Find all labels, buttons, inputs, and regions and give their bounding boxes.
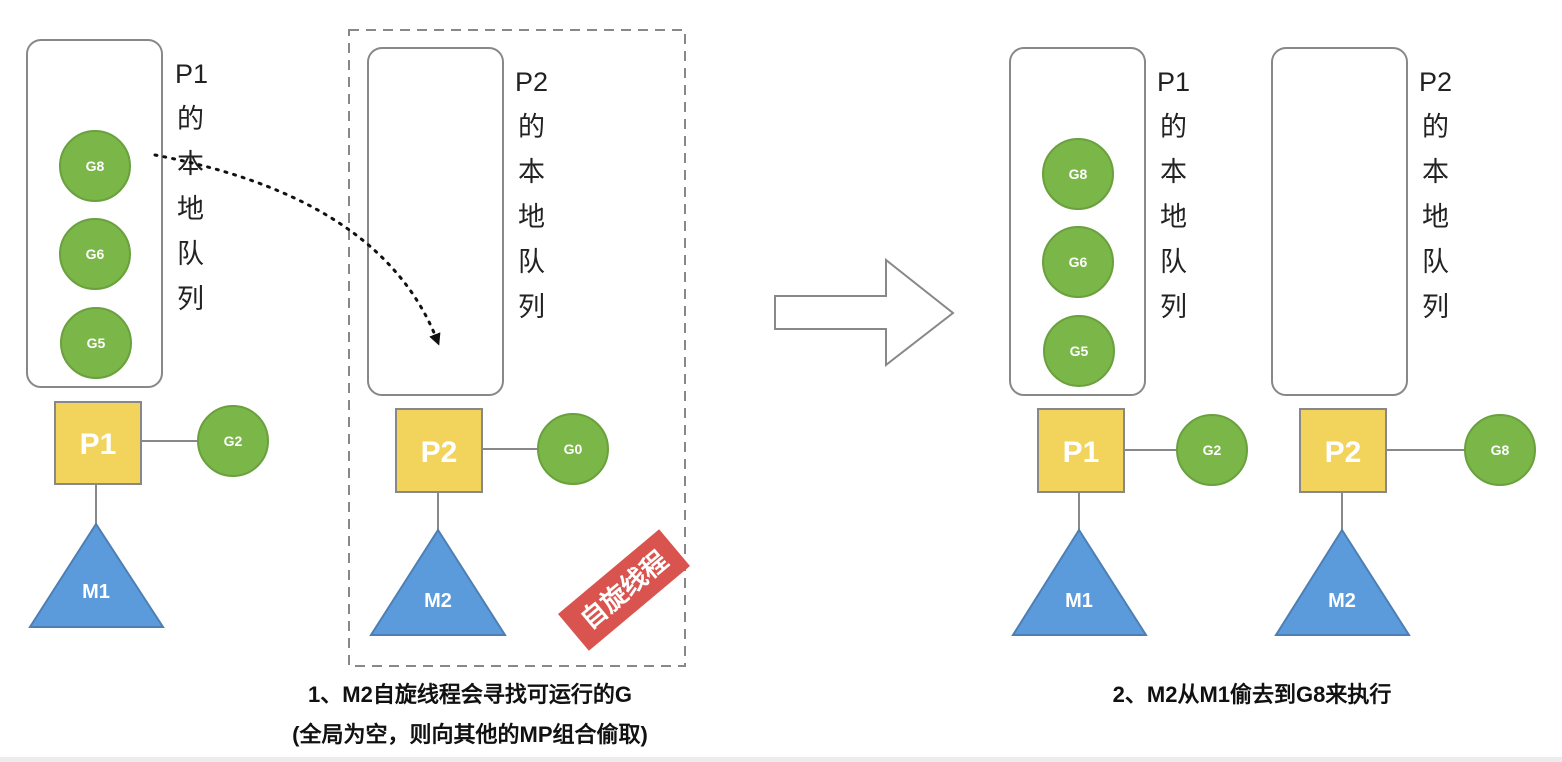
svg-text:M2: M2 <box>1328 590 1356 612</box>
svg-text:G5: G5 <box>87 335 106 351</box>
queue-label-char: 地 <box>518 202 545 232</box>
p1-local-queue-label: P1 的 本 地 队 列 <box>1157 67 1190 322</box>
goroutine-g8: G8 <box>59 130 131 202</box>
queue-label-char: 的 <box>1422 112 1449 142</box>
goroutine-g2: G2 <box>197 405 269 477</box>
processor-p2: P2 <box>395 408 483 493</box>
svg-text:P2: P2 <box>1325 436 1362 469</box>
step1-diagram: P1 的 本 地 队 列 G8 G6 G5 P1 G2 M1 P2 的 本 地 … <box>26 29 690 747</box>
goroutine-g8-running: G8 <box>1464 414 1536 486</box>
svg-text:M1: M1 <box>82 581 110 603</box>
bottom-divider <box>0 757 1562 762</box>
p2-local-queue-box <box>367 47 504 396</box>
machine-m1: M1 <box>28 522 165 628</box>
goroutine-g8: G8 <box>1042 138 1114 210</box>
svg-text:G0: G0 <box>564 441 583 457</box>
queue-label-char: 地 <box>177 194 204 224</box>
spinning-thread-badge: 自旋线程 <box>558 529 690 651</box>
queue-label-char: 队 <box>1422 247 1449 277</box>
queue-label-char: 地 <box>1422 202 1449 232</box>
goroutine-g0: G0 <box>537 413 609 485</box>
machine-m2: M2 <box>369 528 507 636</box>
p1-local-queue-label: P1 的 本 地 队 列 <box>175 59 208 314</box>
goroutine-g6: G6 <box>59 218 131 290</box>
p2-local-queue-label: P2 的 本 地 队 列 <box>515 67 548 322</box>
goroutine-g2: G2 <box>1176 414 1248 486</box>
queue-label-char: P2 <box>515 67 548 97</box>
svg-text:P2: P2 <box>421 436 458 469</box>
machine-m2: M2 <box>1274 528 1411 636</box>
queue-label-char: 列 <box>518 292 545 322</box>
step1-caption-line1: 1、M2自旋线程会寻找可运行的G <box>308 682 632 707</box>
goroutine-g5: G5 <box>1043 315 1115 387</box>
svg-text:G2: G2 <box>1203 442 1222 458</box>
queue-label-char: 队 <box>1160 247 1187 277</box>
goroutine-g5: G5 <box>60 307 132 379</box>
queue-label-char: 本 <box>1160 157 1187 187</box>
processor-p2: P2 <box>1299 408 1387 493</box>
svg-text:G8: G8 <box>1491 442 1510 458</box>
svg-text:P1: P1 <box>1063 436 1100 469</box>
queue-label-char: P1 <box>1157 67 1190 97</box>
svg-text:G5: G5 <box>1070 343 1089 359</box>
queue-label-char: 的 <box>1160 112 1187 142</box>
queue-label-char: 本 <box>1422 157 1449 187</box>
goroutine-g6: G6 <box>1042 226 1114 298</box>
step1-caption-line2: (全局为空，则向其他的MP组合偷取) <box>292 722 648 747</box>
queue-label-char: P1 <box>175 59 208 89</box>
queue-label-char: 列 <box>1160 292 1187 322</box>
svg-text:G8: G8 <box>86 158 105 174</box>
queue-label-char: 本 <box>518 157 545 187</box>
svg-text:P1: P1 <box>80 428 117 461</box>
diagram-canvas: P1 的 本 地 队 列 G8 G6 G5 P1 G2 M1 P2 的 本 地 … <box>26 29 1536 747</box>
queue-label-char: P2 <box>1419 67 1452 97</box>
step2-diagram: P1 的 本 地 队 列 G8 G6 G5 P1 G2 M1 P2 的 本 地 … <box>1009 47 1536 707</box>
right-arrow-icon <box>774 257 955 368</box>
processor-p1: P1 <box>1037 408 1125 493</box>
queue-label-char: 队 <box>518 247 545 277</box>
machine-m1: M1 <box>1011 528 1148 636</box>
processor-p1: P1 <box>54 401 142 485</box>
svg-text:G6: G6 <box>1069 254 1088 270</box>
queue-label-char: 的 <box>518 112 545 142</box>
svg-text:M1: M1 <box>1065 590 1093 612</box>
queue-label-char: 队 <box>177 239 204 269</box>
svg-text:G2: G2 <box>224 433 243 449</box>
queue-label-char: 地 <box>1160 202 1187 232</box>
queue-label-char: 的 <box>177 104 204 134</box>
p2-local-queue-box <box>1271 47 1408 396</box>
svg-text:G6: G6 <box>86 246 105 262</box>
step2-caption: 2、M2从M1偷去到G8来执行 <box>1113 682 1392 707</box>
queue-label-char: 列 <box>177 284 204 314</box>
svg-text:G8: G8 <box>1069 166 1088 182</box>
svg-text:M2: M2 <box>424 590 452 612</box>
queue-label-char: 列 <box>1422 292 1449 322</box>
p2-local-queue-label: P2 的 本 地 队 列 <box>1419 67 1452 322</box>
